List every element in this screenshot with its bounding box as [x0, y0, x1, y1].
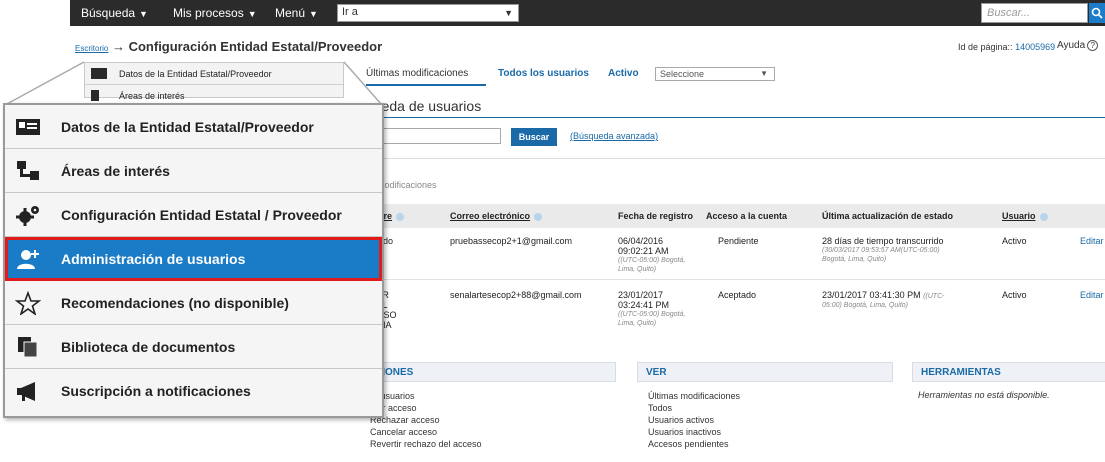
ver-panel-header: VER	[637, 362, 893, 382]
id-card-icon	[16, 119, 40, 135]
action-link[interactable]: Rechazar acceso	[370, 414, 482, 426]
page-id: Id de página:: 14005969	[958, 42, 1056, 52]
column-ultima: Última actualización de estado	[822, 211, 954, 221]
ver-link[interactable]: Todos	[648, 402, 740, 414]
chevron-down-icon: ▼	[504, 8, 513, 18]
buscar-button[interactable]: Buscar	[511, 128, 557, 146]
menu-item-suscripcion[interactable]: Suscripción a notificaciones	[5, 369, 382, 413]
cell-ultima: 23/01/2017 03:41:30 PM ((UTC- 05:00) Bog…	[822, 290, 945, 309]
column-correo[interactable]: Correo electrónico	[450, 211, 543, 221]
gears-icon	[16, 206, 39, 226]
callout-lines	[4, 61, 383, 106]
global-search-input[interactable]: Buscar...	[981, 3, 1088, 23]
column-fecha: Fecha de registro	[618, 211, 694, 221]
cell-correo: senalartesecop2+88@gmail.com	[450, 290, 582, 300]
help-icon: ?	[1087, 40, 1099, 51]
menu-item-recomendaciones[interactable]: Recomendaciones (no disponible)	[5, 281, 382, 325]
acciones-panel-header: CIONES	[366, 362, 616, 382]
action-link[interactable]: ar usuarios	[370, 390, 482, 402]
cell-fecha: 06/04/2016 09:02:21 AM ((UTC-05:00) Bogot…	[618, 236, 686, 273]
menu-item-administracion-usuarios[interactable]: Administración de usuarios	[5, 237, 382, 281]
user-search-input[interactable]	[366, 128, 501, 144]
hierarchy-icon	[17, 161, 39, 180]
cell-acceso: Aceptado	[718, 290, 757, 300]
table-row: nardoa pruebassecop2+1@gmail.com 06/04/2…	[366, 230, 1105, 280]
ver-link[interactable]: Usuarios activos	[648, 414, 740, 426]
cell-usuario: Activo	[1002, 290, 1027, 300]
menu-item-areas[interactable]: Áreas de interés	[5, 149, 382, 193]
action-link[interactable]: ptar acceso	[370, 402, 482, 414]
chevron-down-icon: ▼	[760, 69, 768, 78]
cell-usuario: Activo	[1002, 236, 1027, 246]
herramientas-panel-header: HERRAMIENTAS	[912, 362, 1105, 382]
add-user-icon	[17, 250, 39, 269]
advanced-search-link[interactable]: (Búsqueda avanzada)	[570, 131, 658, 141]
ver-link[interactable]: Últimas modificaciones	[648, 390, 740, 402]
search-button[interactable]	[1089, 3, 1105, 23]
cell-correo: pruebassecop2+1@gmail.com	[450, 236, 572, 246]
magnified-menu: Datos de la Entidad Estatal/Proveedor Ár…	[3, 103, 384, 418]
tools-message: Herramientas no está disponible.	[918, 390, 1050, 400]
cell-fecha: 23/01/2017 03:24:41 PM ((UTC-05:00) Bogot…	[618, 290, 686, 327]
users-table-header: mbre Correo electrónico Fecha de registr…	[366, 204, 1105, 228]
action-link[interactable]: Revertir rechazo del acceso	[370, 438, 482, 450]
sort-icon	[1039, 212, 1048, 221]
help-link[interactable]: Ayuda?	[1057, 40, 1099, 51]
search-icon	[1091, 7, 1103, 19]
edit-link[interactable]: Editar	[1080, 236, 1104, 246]
column-usuario[interactable]: Usuario	[1002, 211, 1048, 221]
acciones-list: ar usuarios ptar acceso Rechazar acceso …	[370, 390, 482, 450]
cell-acceso: Pendiente	[718, 236, 759, 246]
sort-icon	[396, 212, 405, 221]
ver-list: Últimas modificaciones Todos Usuarios ac…	[648, 390, 740, 450]
menu-item-datos[interactable]: Datos de la Entidad Estatal/Proveedor	[5, 105, 382, 149]
menu-item-configuracion[interactable]: Configuración Entidad Estatal / Proveedo…	[5, 193, 382, 237]
section-divider	[366, 117, 1105, 118]
megaphone-icon	[17, 382, 35, 401]
cell-ultima: 28 días de tiempo transcurrido (30/03/20…	[822, 236, 944, 263]
tab-todos-los-usuarios[interactable]: Todos los usuarios	[498, 68, 589, 79]
tab-activo[interactable]: Activo	[608, 68, 639, 79]
column-acceso: Acceso a la cuenta	[706, 211, 788, 221]
menu-item-biblioteca[interactable]: Biblioteca de documentos	[5, 325, 382, 369]
sort-icon	[534, 212, 543, 221]
ver-link[interactable]: Accesos pendientes	[648, 438, 740, 450]
divider	[366, 158, 1105, 159]
ver-link[interactable]: Usuarios inactivos	[648, 426, 740, 438]
documents-icon	[18, 337, 38, 358]
status-select[interactable]: Seleccione ▼	[655, 67, 775, 81]
star-icon	[15, 291, 41, 315]
action-link[interactable]: Cancelar acceso	[370, 426, 482, 438]
table-row: TORUELONSODINA senalartesecop2+88@gmail.…	[366, 282, 1105, 344]
edit-link[interactable]: Editar	[1080, 290, 1104, 300]
